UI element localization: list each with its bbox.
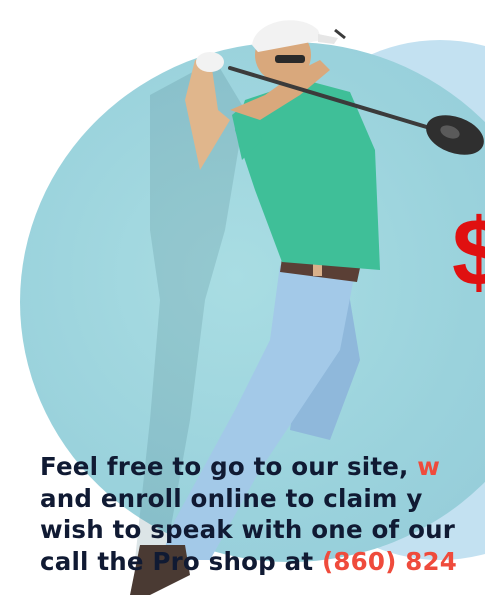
body-line-4: call the Pro shop at (860) 824 [40, 546, 485, 578]
body-line-3: wish to speak with one of our [40, 515, 456, 544]
phone-number-link[interactable]: (860) 824 [313, 547, 457, 576]
promo-graphic: $ Feel free to go to our site, w and enr… [0, 0, 485, 595]
body-line-1: Feel free to go to our site, w [40, 451, 485, 483]
site-link[interactable]: w [409, 452, 441, 481]
price-dollar-sign: $ [452, 199, 485, 306]
promo-body-text: Feel free to go to our site, w and enrol… [40, 451, 485, 577]
body-line-1-text: Feel free to go to our site, [40, 452, 409, 481]
body-line-4-text: call the Pro shop at [40, 546, 314, 576]
body-line-2: and enroll online to claim y [40, 483, 423, 513]
